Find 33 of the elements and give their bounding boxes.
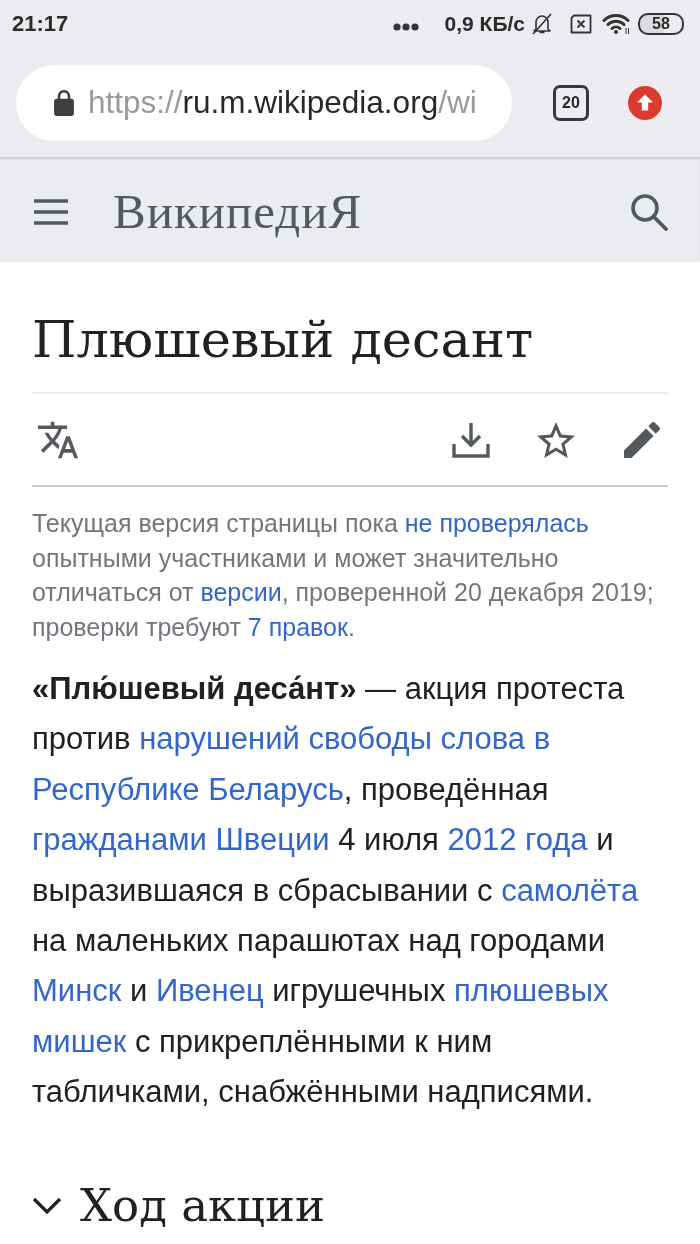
article-link[interactable]: 7 правок — [247, 612, 348, 641]
article-link[interactable]: не проверялась — [404, 509, 589, 537]
article-link[interactable]: плюшевых — [454, 973, 609, 1009]
menu-icon[interactable] — [34, 198, 68, 225]
article-link[interactable]: Минск — [32, 973, 122, 1009]
article-link[interactable]: самолёта — [501, 872, 639, 908]
status-time: 21:17 — [12, 11, 69, 37]
muted-bell-icon — [531, 12, 553, 36]
article-link[interactable]: версии — [200, 578, 282, 606]
network-speed: 0,9 КБ/с — [444, 12, 525, 36]
article-link[interactable]: мишек — [32, 1023, 127, 1059]
more-dots-icon — [392, 23, 419, 31]
star-icon[interactable] — [537, 420, 575, 459]
tab-switcher-button[interactable]: 20 — [553, 84, 589, 121]
section-heading[interactable]: Ход акции — [32, 1175, 326, 1236]
battery-indicator: 58 — [638, 13, 684, 35]
page-title: Плюшевый десант — [32, 310, 668, 394]
article-link[interactable]: Ивенец — [155, 973, 264, 1009]
pencil-icon[interactable] — [624, 421, 660, 458]
lock-icon — [54, 89, 74, 116]
crossed-box-icon — [569, 14, 593, 34]
translate-icon[interactable] — [38, 420, 78, 459]
wifi-icon — [602, 13, 630, 35]
notice-text: Текущая версия страницы пока не проверялась опытными участниками и может значительно отличаться от версии, проверенной 20 декабря 2019; проверки требуют 7 правок. — [32, 508, 655, 643]
article-link[interactable]: гражданами Швеции — [32, 822, 330, 858]
article-link[interactable]: Республике Беларусь — [32, 771, 344, 807]
url-field[interactable]: https://ru.m.wikipedia.org/wi — [16, 64, 512, 141]
article-link[interactable]: 2012 года — [447, 822, 588, 858]
search-icon[interactable] — [630, 192, 668, 231]
article-link[interactable]: нарушений свободы слова в — [139, 721, 551, 757]
site-wordmark[interactable]: ВикипедиЯ — [113, 183, 363, 240]
lead-paragraph: «Плю́шевый деса́нт» — акция протеста против нарушений свободы слова в Республике Беларусь, проведённая гражданами Швеции 4 июля 2012 года и выразившаяся в сбрасывании с самолёта на маленьких парашютах над городами Минск и Ивенец игрушечных плюшевых мишек с прикреплёнными к ним табличками, снабжёнными надписями. — [32, 670, 640, 1112]
download-icon[interactable] — [452, 420, 490, 459]
